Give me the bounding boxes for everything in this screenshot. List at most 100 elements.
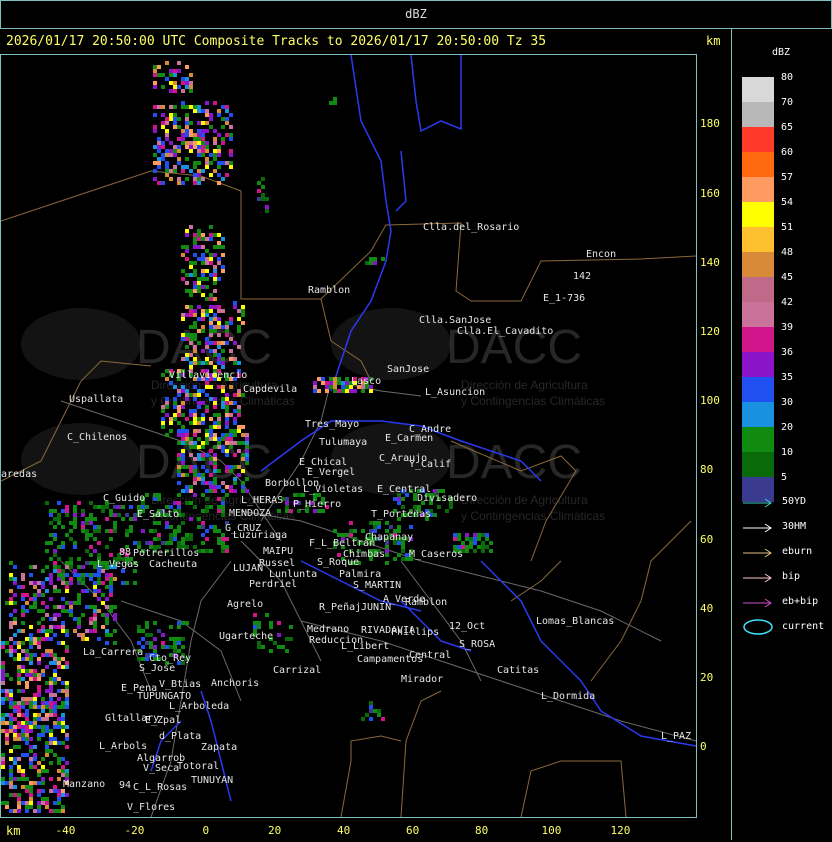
echo-pixel — [469, 545, 473, 549]
echo-pixel — [477, 545, 481, 549]
echo-pixel — [401, 545, 405, 549]
echo-pixel — [53, 653, 57, 657]
echo-pixel — [225, 161, 229, 165]
echo-pixel — [269, 621, 273, 625]
echo-pixel — [53, 741, 57, 745]
radar-map[interactable]: DACCDirección de Agriculturay Contingenc… — [0, 54, 697, 818]
echo-pixel — [17, 721, 21, 725]
echo-pixel — [65, 793, 69, 797]
echo-pixel — [169, 169, 173, 173]
echo-pixel — [89, 617, 93, 621]
echo-pixel — [189, 413, 193, 417]
echo-pixel — [225, 341, 229, 345]
echo-pixel — [29, 657, 33, 661]
echo-pixel — [49, 637, 53, 641]
echo-pixel — [69, 565, 73, 569]
scale-label: 45 — [781, 272, 794, 283]
echo-pixel — [49, 577, 53, 581]
echo-pixel — [201, 313, 205, 317]
echo-pixel — [381, 717, 385, 721]
echo-pixel — [93, 525, 97, 529]
echo-pixel — [465, 533, 469, 537]
echo-pixel — [401, 549, 405, 553]
echo-pixel — [37, 629, 41, 633]
echo-pixel — [205, 361, 209, 365]
echo-pixel — [213, 169, 217, 173]
echo-pixel — [205, 441, 209, 445]
echo-pixel — [197, 417, 201, 421]
echo-pixel — [217, 333, 221, 337]
echo-pixel — [217, 441, 221, 445]
echo-pixel — [225, 469, 229, 473]
echo-pixel — [41, 781, 45, 785]
echo-pixel — [153, 113, 157, 117]
echo-pixel — [37, 661, 41, 665]
echo-pixel — [185, 393, 189, 397]
echo-pixel — [1, 753, 5, 757]
echo-pixel — [209, 317, 213, 321]
echo-pixel — [57, 777, 61, 781]
echo-pixel — [181, 433, 185, 437]
echo-pixel — [193, 145, 197, 149]
place-label: Lomas_Blancas — [536, 616, 614, 627]
echo-pixel — [33, 585, 37, 589]
echo-pixel — [33, 565, 37, 569]
echo-pixel — [233, 465, 237, 469]
place-label: L_Dormida — [541, 691, 595, 702]
x-tick-label: 40 — [337, 824, 351, 837]
echo-pixel — [221, 489, 225, 493]
echo-pixel — [53, 725, 57, 729]
echo-pixel — [81, 589, 85, 593]
echo-pixel — [193, 105, 197, 109]
echo-pixel — [225, 417, 229, 421]
echo-pixel — [233, 417, 237, 421]
echo-pixel — [165, 645, 169, 649]
echo-pixel — [21, 725, 25, 729]
echo-pixel — [225, 425, 229, 429]
echo-pixel — [221, 433, 225, 437]
echo-pixel — [401, 557, 405, 561]
echo-pixel — [9, 769, 13, 773]
echo-pixel — [149, 529, 153, 533]
echo-pixel — [9, 645, 13, 649]
echo-pixel — [177, 85, 181, 89]
echo-pixel — [221, 341, 225, 345]
echo-pixel — [21, 609, 25, 613]
echo-pixel — [465, 537, 469, 541]
echo-pixel — [225, 393, 229, 397]
echo-pixel — [185, 117, 189, 121]
echo-pixel — [33, 597, 37, 601]
echo-pixel — [353, 529, 357, 533]
echo-pixel — [89, 629, 93, 633]
echo-pixel — [209, 457, 213, 461]
echo-pixel — [181, 81, 185, 85]
echo-pixel — [225, 449, 229, 453]
echo-pixel — [245, 449, 249, 453]
echo-pixel — [173, 637, 177, 641]
echo-pixel — [85, 529, 89, 533]
scale-swatch — [742, 177, 774, 202]
place-label: L_Asuncion — [425, 387, 485, 398]
echo-pixel — [9, 637, 13, 641]
echo-pixel — [341, 533, 345, 537]
echo-pixel — [29, 785, 33, 789]
echo-pixel — [213, 245, 217, 249]
echo-pixel — [193, 477, 197, 481]
echo-pixel — [329, 381, 333, 385]
echo-pixel — [37, 781, 41, 785]
echo-pixel — [181, 621, 185, 625]
echo-pixel — [157, 497, 161, 501]
echo-pixel — [201, 129, 205, 133]
echo-pixel — [1, 641, 5, 645]
echo-pixel — [221, 481, 225, 485]
echo-pixel — [193, 473, 197, 477]
echo-pixel — [209, 461, 213, 465]
echo-pixel — [173, 401, 177, 405]
echo-pixel — [205, 113, 209, 117]
echo-pixel — [233, 341, 237, 345]
echo-pixel — [185, 113, 189, 117]
echo-pixel — [181, 449, 185, 453]
track-label: eburn — [782, 546, 813, 557]
echo-pixel — [165, 165, 169, 169]
x-tick-label: 120 — [610, 824, 631, 837]
